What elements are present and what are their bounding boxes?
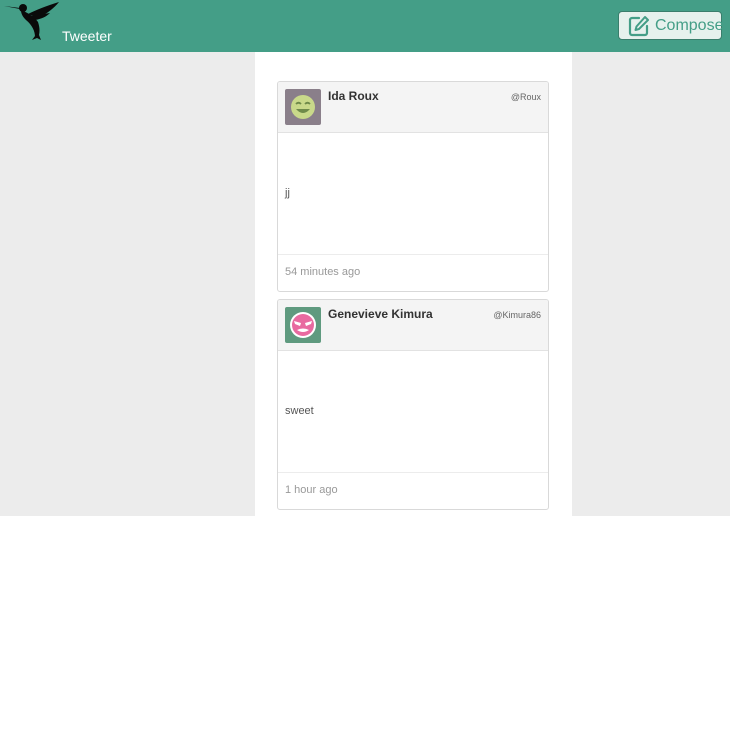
tweet-text: jj — [285, 187, 290, 199]
tweet-text: sweet — [285, 405, 314, 417]
masked-face-avatar — [285, 307, 321, 343]
compose-label: Compose — [655, 16, 724, 34]
tweet-footer: 54 minutes ago — [278, 255, 548, 291]
tweet-header: Ida Roux @Roux — [278, 82, 548, 133]
tweet-card[interactable]: Genevieve Kimura @Kimura86 sweet 1 hour … — [277, 299, 549, 510]
tweet-body: sweet — [278, 351, 548, 473]
tweet-timestamp: 54 minutes ago — [285, 266, 361, 278]
hummingbird-icon — [4, 2, 59, 40]
author-handle: @Kimura86 — [493, 310, 541, 320]
tweet-feed: Ida Roux @Roux jj 54 minutes ago Genevie… — [255, 52, 572, 516]
tweet-footer: 1 hour ago — [278, 473, 548, 509]
tweet-timestamp: 1 hour ago — [285, 484, 338, 496]
smiley-face-avatar — [285, 89, 321, 125]
author-handle: @Roux — [510, 92, 541, 102]
app-title: Tweeter — [62, 28, 112, 44]
edit-icon — [628, 15, 650, 37]
top-nav-bar: Tweeter Compose — [0, 0, 730, 52]
tweet-header: Genevieve Kimura @Kimura86 — [278, 300, 548, 351]
author-name: Genevieve Kimura — [328, 307, 433, 321]
compose-button[interactable]: Compose — [618, 11, 724, 40]
tweet-card[interactable]: Ida Roux @Roux jj 54 minutes ago — [277, 81, 549, 292]
app-window: Tweeter Compose Ida Roux @Roux jj 54 min… — [0, 0, 730, 741]
author-name: Ida Roux — [328, 89, 379, 103]
page-background: Ida Roux @Roux jj 54 minutes ago Genevie… — [0, 52, 730, 516]
tweet-body: jj — [278, 133, 548, 255]
